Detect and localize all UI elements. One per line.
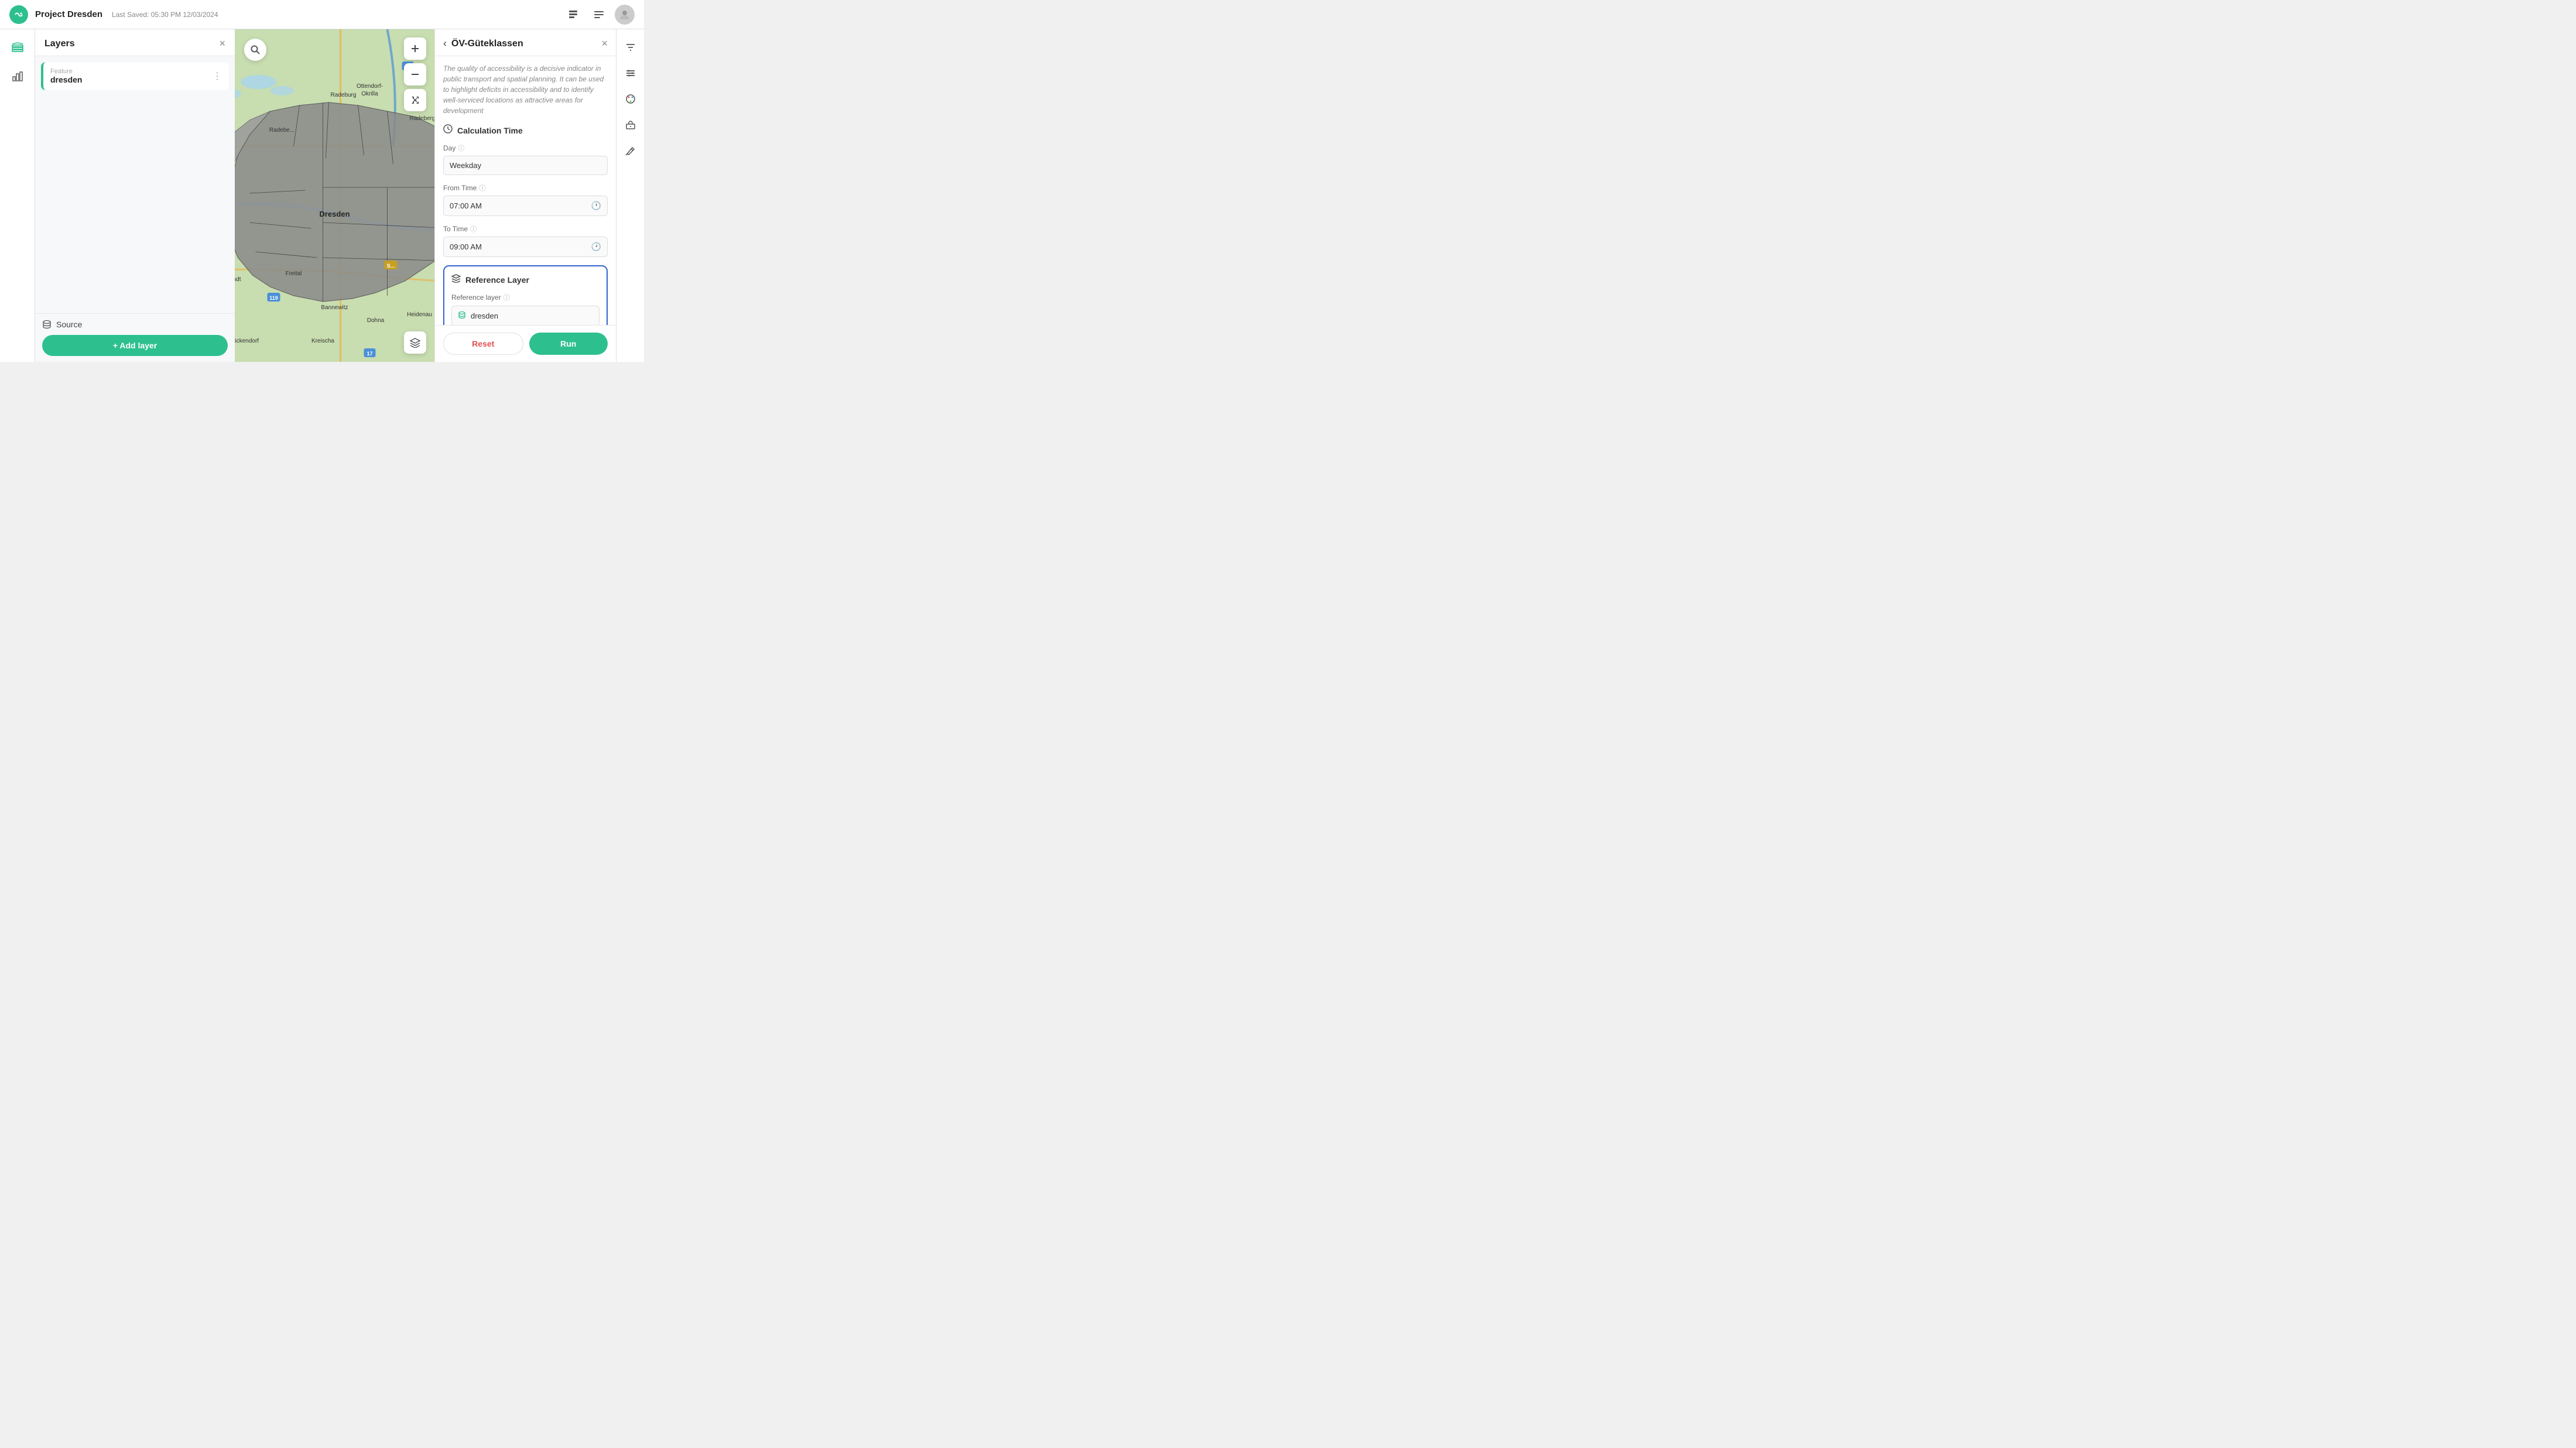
right-panel: ‹ ÖV-Güteklassen × The quality of access… bbox=[434, 29, 616, 362]
svg-text:Ottendorf-: Ottendorf- bbox=[357, 83, 383, 90]
clock-input-icon: 🕐 bbox=[591, 201, 601, 211]
clock-input-icon-2: 🕑 bbox=[591, 242, 601, 252]
layers-panel: Layers × Feature dresden ⋮ bbox=[35, 29, 235, 362]
svg-text:Tharandt: Tharandt bbox=[235, 276, 241, 283]
reference-layer-section-header: Reference Layer bbox=[451, 273, 600, 286]
source-label: Source bbox=[56, 320, 82, 329]
svg-text:Dresden: Dresden bbox=[319, 210, 350, 218]
add-layer-button[interactable]: + Add layer bbox=[42, 335, 228, 356]
day-form-group: Day ⓘ Weekday bbox=[443, 143, 608, 175]
ref-layer-help-icon[interactable]: ⓘ bbox=[503, 293, 510, 302]
reference-layer-section: Reference Layer Reference layer ⓘ dresde… bbox=[443, 265, 608, 325]
layers-close-button[interactable]: × bbox=[219, 37, 225, 50]
tab-layers[interactable] bbox=[6, 36, 29, 60]
reference-layer-title: Reference Layer bbox=[465, 275, 529, 285]
from-time-help-icon[interactable]: ⓘ bbox=[479, 183, 485, 193]
database-icon bbox=[42, 320, 52, 329]
back-button[interactable]: ‹ bbox=[443, 37, 447, 50]
reset-button[interactable]: Reset bbox=[443, 333, 523, 355]
right-panel-close-button[interactable]: × bbox=[601, 37, 608, 50]
day-label: Day ⓘ bbox=[443, 143, 608, 153]
right-panel-body: The quality of accessibility is a decisi… bbox=[435, 56, 616, 325]
menu-lines-icon[interactable] bbox=[589, 5, 609, 25]
layers-title: Layers bbox=[44, 39, 219, 49]
map-search-button[interactable] bbox=[244, 39, 266, 61]
clock-icon bbox=[443, 124, 453, 136]
header-actions bbox=[563, 5, 635, 25]
layers-footer: Source + Add layer bbox=[35, 313, 235, 362]
ref-layer-db-icon bbox=[458, 311, 466, 321]
svg-text:Freital: Freital bbox=[286, 271, 302, 277]
add-layer-label: + Add layer bbox=[113, 341, 157, 350]
from-time-label: From Time ⓘ bbox=[443, 183, 608, 193]
calculation-time-section-header: Calculation Time bbox=[443, 124, 608, 136]
left-panel: Layers × Feature dresden ⋮ bbox=[35, 29, 235, 362]
from-time-form-group: From Time ⓘ 07:00 AM 🕐 bbox=[443, 183, 608, 216]
map-zoom-in-button[interactable] bbox=[404, 37, 426, 60]
app-header: Project Dresden Last Saved: 05:30 PM 12/… bbox=[0, 0, 644, 29]
svg-text:S...: S... bbox=[387, 263, 395, 269]
reference-layer-label: Reference layer ⓘ bbox=[451, 293, 600, 302]
tab-charts[interactable] bbox=[6, 64, 29, 88]
layer-menu-icon[interactable]: ⋮ bbox=[213, 70, 222, 82]
to-time-form-group: To Time ⓘ 09:00 AM 🕑 bbox=[443, 224, 608, 257]
from-time-input[interactable]: 07:00 AM 🕐 bbox=[443, 196, 608, 216]
map-zoom-out-button[interactable] bbox=[404, 63, 426, 85]
reference-layer-value[interactable]: dresden bbox=[451, 306, 600, 325]
map-area: Dresden Coswig Radebe... Radeburg Radebe… bbox=[235, 29, 434, 362]
reference-layer-name: dresden bbox=[471, 311, 498, 320]
last-saved: Last Saved: 05:30 PM 12/03/2024 bbox=[112, 11, 218, 19]
svg-text:Radeberg: Radeberg bbox=[410, 115, 434, 122]
day-help-icon[interactable]: ⓘ bbox=[458, 143, 464, 153]
to-time-label: To Time ⓘ bbox=[443, 224, 608, 234]
toolbar-settings-icon[interactable] bbox=[619, 62, 642, 84]
calculation-time-title: Calculation Time bbox=[457, 126, 523, 135]
svg-text:17: 17 bbox=[366, 351, 372, 357]
toolbar-toolbox-icon[interactable] bbox=[619, 114, 642, 136]
layers-ref-icon bbox=[451, 273, 461, 286]
right-toolbar bbox=[616, 29, 644, 362]
svg-text:Heidenau: Heidenau bbox=[407, 311, 432, 318]
toolbar-draw-icon[interactable] bbox=[619, 139, 642, 162]
right-panel-title: ÖV-Güteklassen bbox=[451, 39, 597, 49]
panel-description: The quality of accessibility is a decisi… bbox=[443, 63, 608, 116]
app-logo bbox=[9, 5, 28, 24]
right-panel-header: ‹ ÖV-Güteklassen × bbox=[435, 29, 616, 56]
notes-icon[interactable] bbox=[563, 5, 583, 25]
map-layers-button[interactable] bbox=[404, 331, 426, 354]
list-item[interactable]: Feature dresden ⋮ bbox=[41, 62, 229, 90]
svg-text:Höckendorf: Höckendorf bbox=[235, 338, 259, 344]
layer-type: Feature bbox=[50, 68, 207, 75]
source-row: Source bbox=[42, 320, 228, 329]
sidebar-tab-strip bbox=[0, 29, 35, 362]
svg-text:119: 119 bbox=[269, 295, 278, 301]
main-layout: Layers × Feature dresden ⋮ bbox=[0, 29, 644, 362]
layers-header: Layers × bbox=[35, 29, 235, 56]
svg-text:Radebe...: Radebe... bbox=[269, 127, 294, 133]
day-input[interactable]: Weekday bbox=[443, 156, 608, 175]
layer-name: dresden bbox=[50, 75, 207, 84]
to-time-help-icon[interactable]: ⓘ bbox=[470, 224, 477, 234]
toolbar-palette-icon[interactable] bbox=[619, 88, 642, 110]
toolbar-filter-icon[interactable] bbox=[619, 36, 642, 59]
map-collapse-button[interactable] bbox=[404, 89, 426, 111]
right-panel-footer: Reset Run bbox=[435, 325, 616, 362]
svg-text:Kreischa: Kreischa bbox=[311, 338, 334, 344]
svg-text:Okrilla: Okrilla bbox=[361, 91, 378, 97]
svg-text:Radeburg: Radeburg bbox=[331, 92, 357, 98]
layer-item-info: Feature dresden bbox=[50, 68, 207, 84]
user-avatar[interactable] bbox=[615, 5, 635, 25]
svg-text:Dohna: Dohna bbox=[367, 317, 385, 324]
run-button[interactable]: Run bbox=[529, 333, 608, 355]
svg-text:Bannewitz: Bannewitz bbox=[321, 304, 348, 311]
to-time-input[interactable]: 09:00 AM 🕑 bbox=[443, 237, 608, 257]
project-title: Project Dresden bbox=[35, 9, 102, 19]
layers-list: Feature dresden ⋮ bbox=[35, 56, 235, 313]
